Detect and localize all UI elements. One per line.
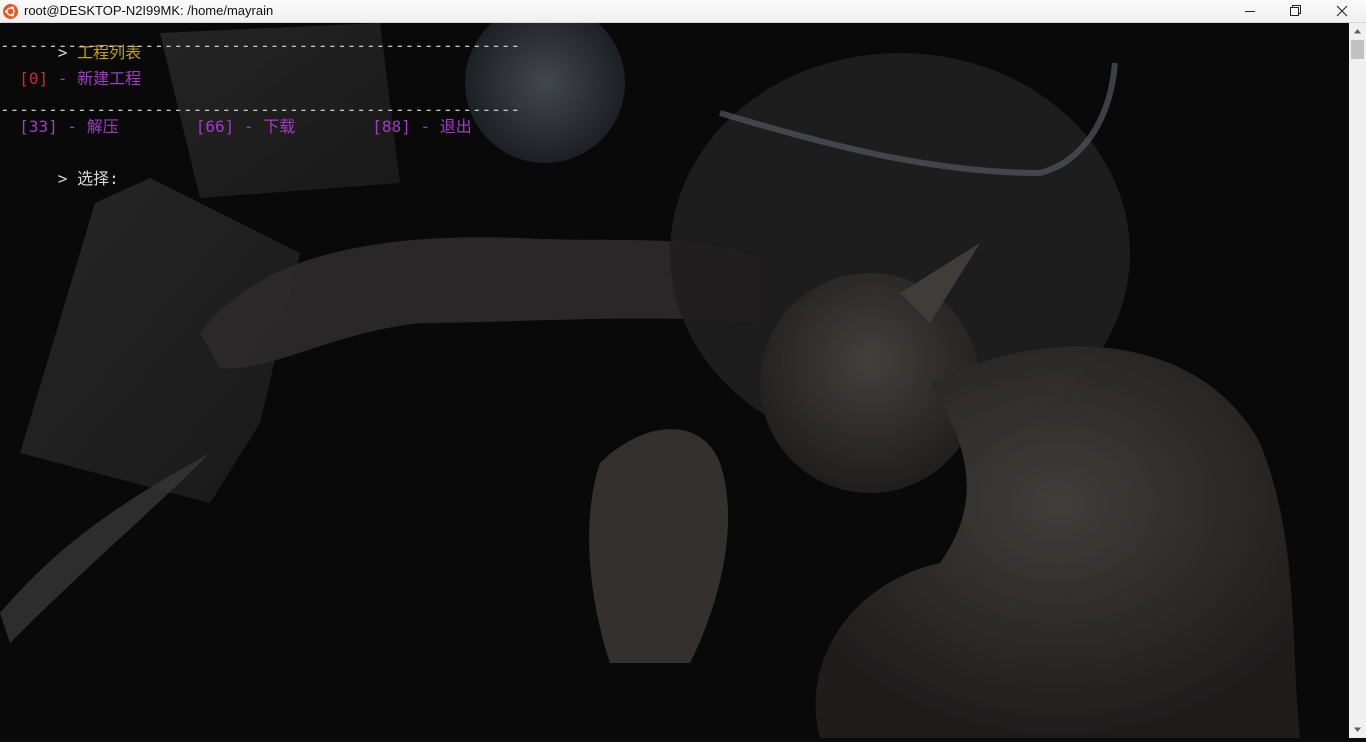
scroll-up-button[interactable] (1349, 23, 1366, 40)
action-key-exit: [88] (372, 117, 411, 136)
project-dash: - (48, 69, 78, 88)
close-icon (1336, 5, 1348, 17)
terminal-screen[interactable]: > 工程列表 ---------------------------------… (0, 23, 1349, 738)
window-titlebar[interactable]: root@DESKTOP-N2I99MK: /home/mayrain (0, 0, 1366, 23)
action-key-download: [66] (195, 117, 235, 136)
restore-icon (1290, 5, 1301, 16)
minimize-icon (1245, 11, 1255, 12)
project-key: [0] (19, 69, 49, 88)
arrow-down-icon (1354, 727, 1361, 732)
arrow-up-icon (1354, 29, 1361, 34)
action-dash: - (410, 117, 440, 136)
input-prompt-line[interactable]: > 选择: (0, 149, 119, 188)
action-label-exit: 退出 (439, 117, 472, 136)
project-label: 新建工程 (77, 69, 142, 88)
action-dash: - (234, 117, 264, 136)
action-bar: [33] - 解压 [66] - 下载 [88] - 退出 (0, 117, 472, 137)
separator-top: ----------------------------------------… (0, 36, 521, 55)
input-prompt: 选择: (77, 169, 119, 188)
prompt-symbol: > (57, 169, 68, 188)
close-button[interactable] (1319, 0, 1365, 23)
ubuntu-icon (3, 4, 18, 19)
window-title: root@DESKTOP-N2I99MK: /home/mayrain (24, 3, 274, 18)
restore-button[interactable] (1273, 0, 1319, 23)
action-label-download: 下载 (263, 117, 296, 136)
action-dash: - (57, 117, 87, 136)
action-label-unzip: 解压 (86, 117, 119, 136)
scroll-down-button[interactable] (1349, 721, 1366, 738)
scrollbar-thumb[interactable] (1351, 40, 1364, 59)
vertical-scrollbar[interactable] (1349, 23, 1366, 738)
project-item: [0] - 新建工程 (0, 69, 141, 89)
minimize-button[interactable] (1228, 0, 1274, 23)
action-key-unzip: [33] (19, 117, 58, 136)
